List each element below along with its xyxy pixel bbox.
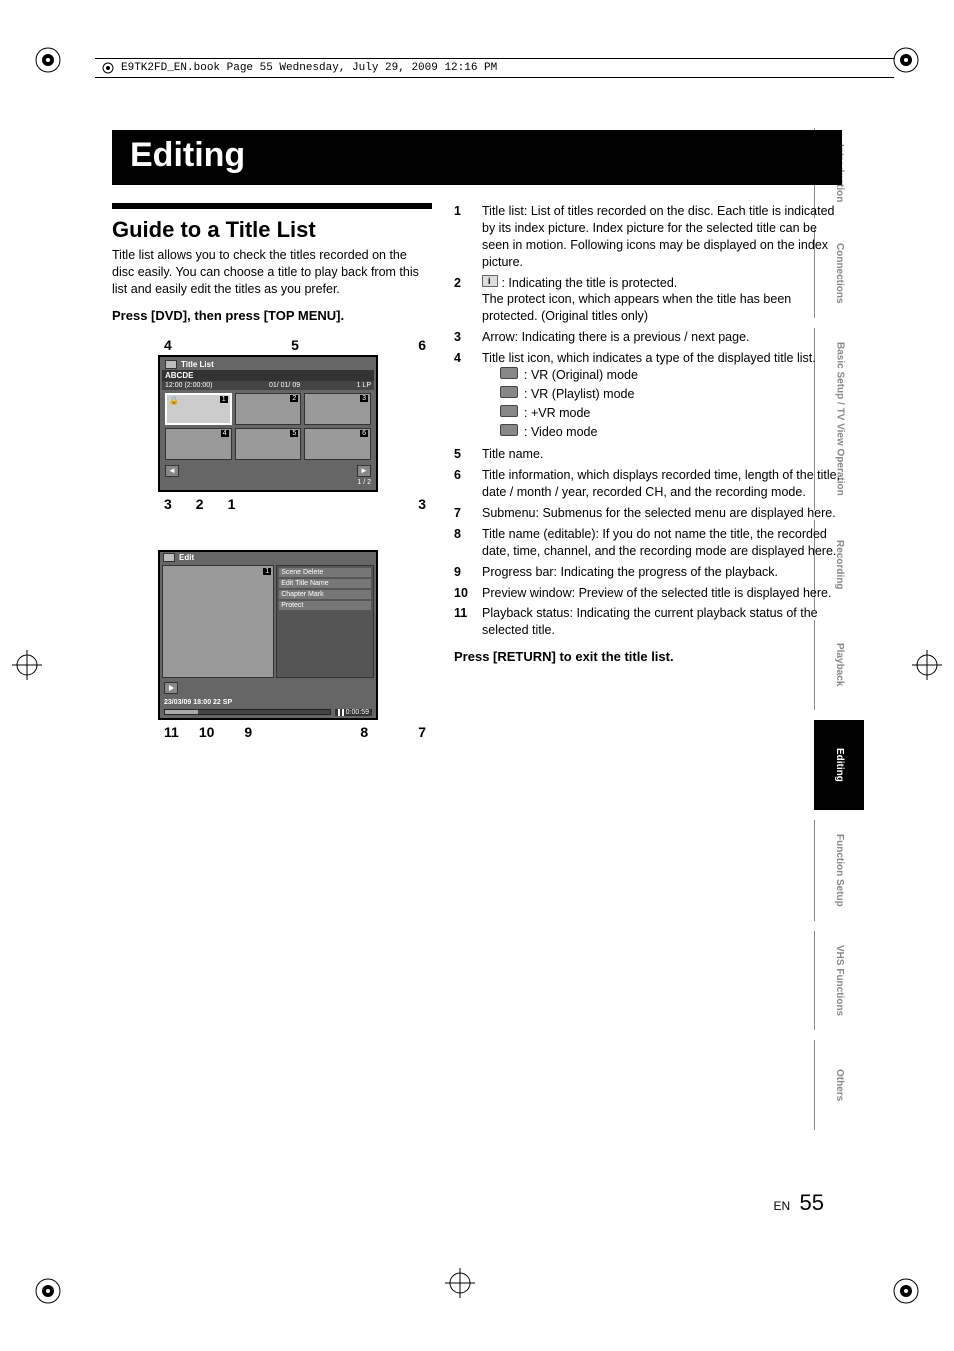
callout-number: 3 — [164, 496, 172, 512]
crop-mark-icon — [28, 1271, 68, 1311]
arrow-right-icon: ► — [357, 465, 371, 477]
page-number: EN 55 — [774, 1190, 825, 1216]
submenu-item: Protect — [279, 601, 371, 610]
lock-icon: 🔒 — [169, 396, 179, 405]
tab-vhs-functions: VHS Functions — [814, 931, 864, 1030]
thumbnail: 🔒1 — [165, 393, 232, 425]
playback-status-row — [160, 680, 376, 698]
thumbnail: 2 — [235, 393, 302, 425]
callout-number: 2 — [196, 496, 204, 512]
thumbnail: 6 — [304, 428, 371, 460]
callout-number: 5 — [291, 337, 299, 353]
right-column: 1Title list: List of titles recorded on … — [454, 203, 842, 742]
list-item: 9Progress bar: Indicating the progress o… — [454, 564, 842, 581]
protect-icon — [482, 275, 498, 287]
callout-number: 9 — [244, 724, 252, 740]
callout-number: 11 — [164, 724, 179, 740]
progress-row: 0:00:59 — [160, 707, 376, 718]
instruction-step: Press [RETURN] to exit the title list. — [454, 649, 842, 664]
info-time: 12:00 (2:00:00) — [165, 382, 212, 389]
thumbnail: 3 — [304, 393, 371, 425]
callout-number: 1 — [228, 496, 236, 512]
callout-number: 4 — [164, 337, 172, 353]
edit-screen-diagram: Edit 1 Scene Delete Edit Title Name Chap… — [158, 550, 432, 742]
mode-icon — [500, 424, 518, 436]
screen-nav-row: ◄ ► — [162, 463, 374, 479]
callouts-top: 4 5 6 — [158, 337, 432, 355]
screen-header: Title List — [162, 359, 374, 370]
registration-mark-icon — [912, 650, 942, 683]
preview-window: 1 — [162, 565, 274, 678]
submenu-item: Chapter Mark — [279, 590, 371, 599]
list-item: 6Title information, which displays recor… — [454, 467, 842, 501]
registration-mark-icon — [445, 1268, 475, 1301]
print-header: E9TK2FD_EN.book Page 55 Wednesday, July … — [95, 58, 894, 78]
disc-icon — [165, 360, 177, 369]
callout-number: 3 — [418, 496, 426, 512]
title-list-screen: Title List ABCDE 12:00 (2:00:00) 01/ 01/… — [158, 355, 378, 492]
title-name: ABCDE — [162, 370, 374, 381]
description-list: 1Title list: List of titles recorded on … — [454, 203, 842, 639]
thumbnail-grid: 🔒1 2 3 4 5 6 — [162, 390, 374, 463]
arrow-left-icon: ◄ — [165, 465, 179, 477]
page-indicator: 1 / 2 — [357, 479, 371, 486]
play-icon — [164, 682, 178, 694]
mode-icon — [500, 405, 518, 417]
callouts-bottom: 3 2 1 3 — [158, 492, 432, 514]
screen-header: Edit — [160, 552, 376, 563]
print-header-text: E9TK2FD_EN.book Page 55 Wednesday, July … — [121, 62, 497, 74]
submenu-item: Edit Title Name — [279, 579, 371, 588]
list-item: 2 : Indicating the title is protected.Th… — [454, 275, 842, 326]
list-item: 10Preview window: Preview of the selecte… — [454, 585, 842, 602]
screen-header-text: Edit — [179, 553, 194, 562]
callouts-bottom: 11 10 9 8 7 — [158, 720, 432, 742]
list-item: 4Title list icon, which indicates a type… — [454, 350, 842, 442]
pause-icon — [338, 709, 344, 716]
submenu-item: Scene Delete — [279, 568, 371, 577]
info-date: 01/ 01/ 09 — [269, 382, 300, 389]
list-item: 5Title name. — [454, 446, 842, 463]
thumbnail: 4 — [165, 428, 232, 460]
list-item: 11Playback status: Indicating the curren… — [454, 605, 842, 639]
crop-mark-icon — [886, 1271, 926, 1311]
tab-others: Others — [814, 1040, 864, 1130]
timecode: 0:00:59 — [335, 709, 372, 716]
callout-number: 7 — [418, 724, 426, 740]
callout-number: 8 — [360, 724, 368, 740]
crop-mark-icon — [28, 40, 68, 80]
thumbnail: 5 — [235, 428, 302, 460]
left-column: Guide to a Title List Title list allows … — [112, 203, 432, 742]
registration-mark-icon — [12, 650, 42, 683]
title-list-diagram: 4 5 6 Title List ABCDE 12:00 (2:00:00) 0… — [158, 337, 432, 514]
screen-header-text: Title List — [181, 360, 214, 369]
progress-bar — [164, 709, 331, 715]
list-item: 3Arrow: Indicating there is a previous /… — [454, 329, 842, 346]
disc-icon — [163, 553, 175, 562]
mode-icon — [500, 386, 518, 398]
chapter-title: Editing — [112, 130, 842, 185]
callout-number: 6 — [418, 337, 426, 353]
mode-icon — [500, 367, 518, 379]
title-info-row: 12:00 (2:00:00) 01/ 01/ 09 1 LP — [162, 381, 374, 390]
list-item: 7Submenu: Submenus for the selected menu… — [454, 505, 842, 522]
tab-function-setup: Function Setup — [814, 820, 864, 921]
list-item: 1Title list: List of titles recorded on … — [454, 203, 842, 271]
page-content: Editing Guide to a Title List Title list… — [112, 130, 842, 742]
page-number-value: 55 — [800, 1190, 824, 1215]
list-item: 8Title name (editable): If you do not na… — [454, 526, 842, 560]
page-lang: EN — [774, 1199, 791, 1213]
section-heading: Guide to a Title List — [112, 203, 432, 247]
intro-paragraph: Title list allows you to check the title… — [112, 247, 432, 298]
instruction-step: Press [DVD], then press [TOP MENU]. — [112, 308, 432, 323]
edit-submenu: Scene Delete Edit Title Name Chapter Mar… — [276, 565, 374, 678]
callout-number: 10 — [199, 724, 215, 740]
info-mode: 1 LP — [357, 382, 371, 389]
edit-screen: Edit 1 Scene Delete Edit Title Name Chap… — [158, 550, 378, 720]
edit-info-line: 23/03/09 18:00 22 SP — [160, 698, 376, 707]
